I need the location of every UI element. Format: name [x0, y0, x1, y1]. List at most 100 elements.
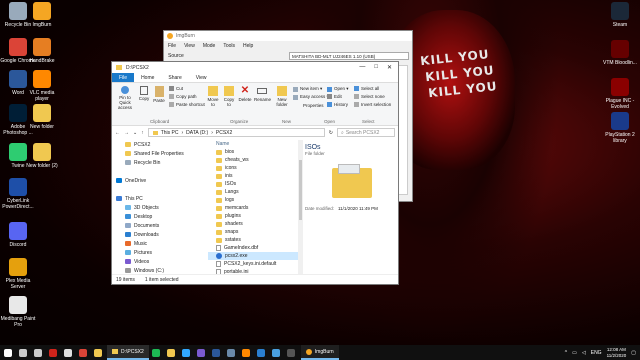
paste-shortcut-button[interactable]: Paste shortcut — [169, 102, 205, 107]
language-indicator[interactable]: ENG — [591, 350, 602, 356]
taskbar-app-explorer[interactable]: D:\PCSX2 — [107, 345, 149, 360]
paste-button[interactable]: Paste — [152, 86, 166, 103]
refresh-icon[interactable]: ↻ — [329, 130, 333, 136]
desktop-icon[interactable]: Steam — [602, 2, 638, 28]
forward-arrow-icon[interactable]: → — [124, 130, 129, 136]
photoshop-icon[interactable] — [179, 345, 194, 360]
file-item[interactable]: memcards — [208, 204, 298, 212]
file-item[interactable]: Langs — [208, 188, 298, 196]
edit-button[interactable]: Edit — [327, 94, 342, 99]
tab-home[interactable]: Home — [134, 73, 161, 82]
copy-to-button[interactable]: Copy to — [222, 86, 236, 107]
nav-item[interactable]: OneDrive — [112, 176, 200, 185]
desktop-icon[interactable]: Discord — [0, 222, 36, 248]
media-icon[interactable] — [254, 345, 269, 360]
imgburn-titlebar[interactable]: ImgBurn — [164, 31, 412, 41]
minimize-button[interactable]: — — [359, 64, 365, 71]
copy-button[interactable]: Copy — [138, 86, 150, 101]
chrome-icon[interactable] — [75, 345, 90, 360]
desktop-icon[interactable]: VLC media player — [24, 70, 60, 102]
tab-view[interactable]: View — [189, 73, 214, 82]
nav-item[interactable]: Windows (C:) — [112, 266, 200, 274]
nav-item[interactable]: Desktop — [112, 212, 200, 221]
nav-item[interactable]: Music — [112, 239, 200, 248]
nav-item[interactable]: 3D Objects — [112, 203, 200, 212]
file-item[interactable]: bios — [208, 148, 298, 156]
desktop-icon[interactable]: CyberLink PowerDirect... — [0, 178, 36, 210]
volume-icon[interactable]: ◁ — [582, 350, 586, 356]
nav-item[interactable]: Shared File Properties — [112, 149, 200, 158]
file-item[interactable]: pcsx2.exe — [208, 252, 298, 260]
notification-icon[interactable]: ▢ — [631, 350, 636, 356]
dark-icon[interactable] — [284, 345, 299, 360]
red-app-icon[interactable] — [45, 345, 60, 360]
menu-help[interactable]: Help — [243, 43, 253, 49]
file-item[interactable]: logs — [208, 196, 298, 204]
address-bar[interactable]: This PC › DATA (D:) › PCSX2 — [147, 128, 325, 137]
chevron-down-icon[interactable]: ⌄ — [133, 130, 137, 136]
explorer-icon[interactable] — [164, 345, 179, 360]
desktop-icon[interactable]: New folder — [24, 104, 60, 130]
source-select[interactable]: MATSHITA BD-MLT UJ246ES 1.10 (USB) — [289, 52, 409, 60]
select-none-button[interactable]: Select none — [354, 94, 385, 99]
breadcrumb-pcsx2[interactable]: PCSX2 — [216, 130, 232, 136]
file-item[interactable]: plugins — [208, 212, 298, 220]
breadcrumb-data-drive[interactable]: DATA (D:) — [186, 130, 208, 136]
desktop-icon[interactable]: New folder (2) — [24, 143, 60, 169]
tray-chevron-icon[interactable]: ^ — [565, 350, 567, 356]
file-item[interactable]: ISOs — [208, 180, 298, 188]
search-icon[interactable] — [15, 345, 30, 360]
scrollbar-thumb[interactable] — [299, 160, 302, 220]
nav-item[interactable]: PCSX2 — [112, 140, 200, 149]
vs-icon[interactable] — [194, 345, 209, 360]
nav-item[interactable]: Videos — [112, 257, 200, 266]
task-view-icon[interactable] — [30, 345, 45, 360]
file-item[interactable]: icons — [208, 164, 298, 172]
file-item[interactable]: cheats_ws — [208, 156, 298, 164]
desktop-icon[interactable]: Plex Media Server — [0, 258, 36, 290]
file-list-scrollbar[interactable] — [298, 140, 303, 274]
properties-button[interactable]: Properties — [303, 103, 324, 108]
desktop-icon[interactable]: VTM Bloodlin... — [602, 40, 638, 66]
vlc-icon[interactable] — [239, 345, 254, 360]
file-item[interactable]: shaders — [208, 220, 298, 228]
up-arrow-icon[interactable]: ↑ — [141, 130, 144, 136]
network-icon[interactable]: ▭ — [572, 350, 577, 356]
delete-button[interactable]: ✕ Delete — [238, 86, 252, 103]
invert-selection-button[interactable]: Invert selection — [354, 102, 391, 107]
desktop-icon[interactable]: ImgBurn — [24, 2, 60, 28]
taskbar-app-imgburn[interactable]: ImgBurn — [300, 345, 339, 360]
clock[interactable]: 12:08 AM 11/2/2020 — [607, 347, 627, 359]
folder-app-icon[interactable] — [90, 345, 105, 360]
menu-file[interactable]: File — [168, 43, 176, 49]
nav-item[interactable]: This PC — [112, 194, 200, 203]
tab-share[interactable]: Share — [161, 73, 188, 82]
explorer-window[interactable]: D:\PCSX2 — □ ✕ File Home Share View Pin … — [111, 61, 399, 285]
windows-start-icon[interactable] — [0, 345, 15, 360]
file-item[interactable]: sstates — [208, 236, 298, 244]
desktop-icon[interactable]: PlayStation 2 library — [602, 112, 638, 144]
tab-file[interactable]: File — [112, 73, 135, 82]
close-button[interactable]: ✕ — [387, 64, 392, 71]
file-item[interactable]: snaps — [208, 228, 298, 236]
history-button[interactable]: History — [327, 102, 348, 107]
select-all-button[interactable]: Select all — [354, 86, 379, 91]
move-to-button[interactable]: Move to — [206, 86, 220, 107]
rename-button[interactable]: Rename — [254, 86, 271, 102]
nav-item[interactable]: Downloads — [112, 230, 200, 239]
file-item[interactable]: PCSX2_keys.ini.default — [208, 260, 298, 268]
file-item[interactable]: inis — [208, 172, 298, 180]
spotify-icon[interactable] — [149, 345, 164, 360]
desktop-icon[interactable]: Medibang Paint Pro — [0, 296, 36, 328]
easy-access-button[interactable]: Easy access ▾ — [293, 94, 329, 100]
column-header-name[interactable]: Name — [208, 140, 298, 148]
desktop-icon[interactable]: HandBrake — [24, 38, 60, 64]
mail-icon[interactable] — [269, 345, 284, 360]
new-item-button[interactable]: New item ▾ — [293, 86, 322, 92]
file-item[interactable]: GameIndex.dbf — [208, 244, 298, 252]
menu-mode[interactable]: Mode — [203, 43, 216, 49]
arrow-app-icon[interactable] — [60, 345, 75, 360]
copy-path-button[interactable]: Copy path — [169, 94, 197, 99]
pin-button[interactable]: Pin to Quick access — [114, 86, 136, 110]
maximize-button[interactable]: □ — [374, 64, 378, 71]
